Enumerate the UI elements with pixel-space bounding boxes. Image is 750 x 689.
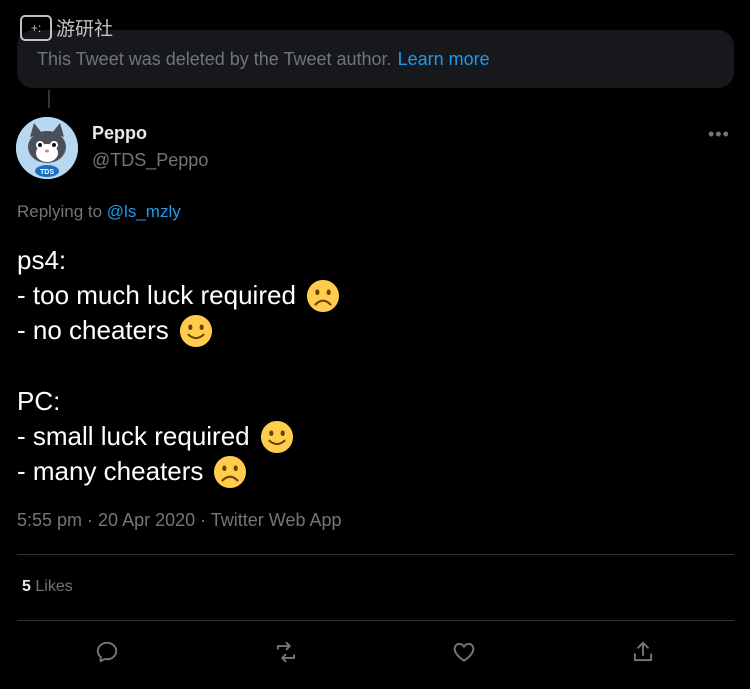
author-name[interactable]: Peppo (92, 123, 147, 144)
heart-icon (453, 642, 475, 662)
smile-face-icon (179, 314, 212, 347)
author-handle[interactable]: @TDS_Peppo (92, 150, 208, 171)
tweet-body: ps4: - too much luck required - no cheat… (17, 243, 340, 489)
tweet-line-with-emoji: - small luck required (17, 419, 340, 454)
watermark-text: 游研社 (56, 19, 114, 40)
tweet-line-text: - no cheaters (17, 315, 169, 345)
share-icon (633, 641, 653, 662)
thread-connector-line (48, 90, 50, 108)
likes-number: 5 (22, 578, 31, 595)
deleted-notice-text: This Tweet was deleted by the Tweet auth… (37, 48, 392, 69)
watermark-logo-icon: +: (20, 14, 52, 41)
tweet-line-with-emoji: - many cheaters (17, 454, 340, 489)
replying-prefix: Replying to (17, 202, 103, 221)
likes-count[interactable]: 5 Likes (22, 578, 73, 596)
tweet-actions-bar (0, 632, 750, 672)
avatar[interactable]: TDS (16, 117, 78, 179)
cat-avatar-icon: TDS (16, 117, 78, 179)
divider (17, 554, 734, 555)
avatar-badge-text: TDS (40, 169, 54, 176)
replying-to: Replying to @ls_mzly (17, 202, 181, 222)
retweet-button[interactable] (270, 636, 302, 668)
tweet-timestamp[interactable]: 5:55 pm · 20 Apr 2020 · Twitter Web App (17, 510, 342, 531)
tweet-line: PC: (17, 386, 61, 416)
reply-icon (96, 641, 118, 663)
deleted-tweet-notice: This Tweet was deleted by the Tweet auth… (17, 30, 734, 88)
learn-more-link[interactable]: Learn more (398, 49, 490, 70)
replying-mention-link[interactable]: @ls_mzly (107, 202, 181, 221)
like-button[interactable] (448, 636, 480, 668)
tweet-line-text: - too much luck required (17, 280, 296, 310)
divider (17, 620, 734, 621)
smile-face-icon (260, 420, 293, 453)
tweet-line-with-emoji: - too much luck required (17, 278, 340, 313)
share-button[interactable] (627, 636, 659, 668)
tweet-line-text: - small luck required (17, 421, 250, 451)
likes-label: Likes (35, 578, 73, 595)
sad-face-icon (306, 279, 339, 312)
tweet-line-with-emoji: - no cheaters (17, 313, 340, 348)
more-options-button[interactable]: ••• (708, 124, 730, 145)
sad-face-icon (214, 455, 247, 488)
retweet-icon (276, 641, 296, 663)
tweet-line: ps4: (17, 245, 67, 275)
tweet-line-text: - many cheaters (17, 456, 204, 486)
watermark: +: 游研社 (20, 14, 113, 41)
reply-button[interactable] (91, 636, 123, 668)
